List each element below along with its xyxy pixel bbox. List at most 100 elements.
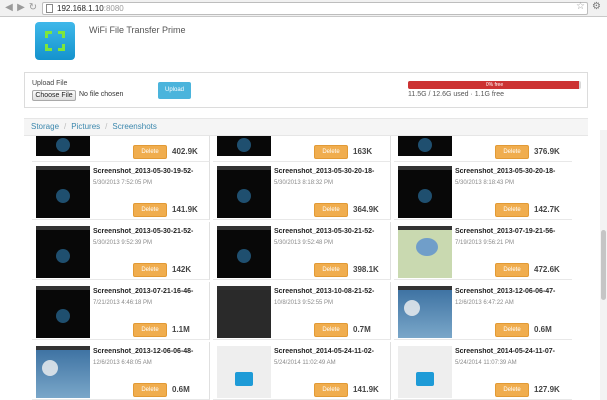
delete-button[interactable]: Delete bbox=[133, 383, 167, 397]
file-date: 7/21/2013 4:46:18 PM bbox=[93, 300, 153, 306]
back-arrow-icon[interactable]: ◀ bbox=[3, 2, 15, 14]
file-name[interactable]: Screenshot_2013-12-06-06-48- bbox=[93, 348, 209, 355]
delete-button[interactable]: Delete bbox=[133, 323, 167, 337]
screenshot-thumbnail[interactable] bbox=[398, 346, 452, 398]
breadcrumb-pictures[interactable]: Pictures bbox=[71, 122, 100, 131]
address-bar[interactable]: 192.168.1.10:8080 bbox=[42, 2, 588, 15]
delete-button[interactable]: Delete bbox=[495, 203, 529, 217]
file-card: Delete 376.9K bbox=[394, 136, 572, 162]
file-size: 1.1M bbox=[172, 325, 190, 334]
screenshot-thumbnail[interactable] bbox=[36, 136, 90, 156]
file-card: Screenshot_2013-12-06-06-48- 12/6/2013 6:… bbox=[32, 342, 210, 400]
file-date: 12/6/2013 6:48:05 AM bbox=[93, 360, 152, 366]
screenshot-thumbnail[interactable] bbox=[398, 166, 452, 218]
reload-icon[interactable]: ↻ bbox=[27, 2, 39, 14]
scrollbar-thumb[interactable] bbox=[601, 230, 606, 300]
app-header: WiFi File Transfer Prime bbox=[0, 17, 607, 67]
delete-button[interactable]: Delete bbox=[495, 145, 529, 159]
breadcrumb-storage[interactable]: Storage bbox=[31, 122, 59, 131]
file-card: Screenshot_2013-05-30-19-52- 5/30/2013 7:… bbox=[32, 162, 210, 220]
screenshot-thumbnail[interactable] bbox=[36, 166, 90, 218]
breadcrumb: Storage / Pictures / Screenshots bbox=[24, 118, 588, 136]
bookmark-star-icon[interactable]: ☆ bbox=[576, 1, 585, 12]
screenshot-thumbnail[interactable] bbox=[36, 346, 90, 398]
delete-button[interactable]: Delete bbox=[133, 263, 167, 277]
file-size: 376.9K bbox=[534, 147, 560, 156]
app-title: WiFi File Transfer Prime bbox=[89, 25, 186, 35]
delete-button[interactable]: Delete bbox=[495, 323, 529, 337]
no-file-text: No file chosen bbox=[79, 91, 124, 98]
file-card: Screenshot_2013-05-30-21-52- 5/30/2013 9:… bbox=[213, 222, 391, 280]
screenshot-thumbnail[interactable] bbox=[217, 346, 271, 398]
file-name[interactable]: Screenshot_2013-12-06-06-47- bbox=[455, 288, 571, 295]
file-size: 163K bbox=[353, 147, 373, 156]
file-card: Screenshot_2014-05-24-11-02- 5/24/2014 11… bbox=[213, 342, 391, 400]
delete-button[interactable]: Delete bbox=[133, 203, 167, 217]
screenshot-thumbnail[interactable] bbox=[36, 286, 90, 338]
file-date: 5/30/2013 8:18:32 PM bbox=[274, 180, 334, 186]
file-card: Delete 163K bbox=[213, 136, 391, 162]
file-card: Delete 402.9K bbox=[32, 136, 210, 162]
screenshot-thumbnail[interactable] bbox=[217, 226, 271, 278]
upload-button[interactable]: Upload bbox=[158, 82, 191, 99]
file-name[interactable]: Screenshot_2013-07-19-21-56- bbox=[455, 228, 571, 235]
file-name[interactable]: Screenshot_2013-05-30-19-52- bbox=[93, 168, 209, 175]
file-card: Screenshot_2013-07-21-16-46- 7/21/2013 4:… bbox=[32, 282, 210, 340]
screenshot-thumbnail[interactable] bbox=[36, 226, 90, 278]
delete-button[interactable]: Delete bbox=[133, 145, 167, 159]
file-name[interactable]: Screenshot_2013-05-30-21-52- bbox=[274, 228, 390, 235]
file-size: 142K bbox=[172, 265, 192, 274]
file-date: 5/30/2013 9:52:39 PM bbox=[93, 240, 153, 246]
file-date: 5/30/2013 9:52:48 PM bbox=[274, 240, 334, 246]
delete-button[interactable]: Delete bbox=[314, 263, 348, 277]
screenshot-thumbnail[interactable] bbox=[398, 226, 452, 278]
choose-file-button[interactable]: Choose File bbox=[32, 90, 76, 101]
file-card: Screenshot_2014-05-24-11-07- 5/24/2014 11… bbox=[394, 342, 572, 400]
file-size: 141.9K bbox=[172, 205, 198, 214]
delete-button[interactable]: Delete bbox=[314, 383, 348, 397]
wrench-icon[interactable]: ⚙ bbox=[592, 1, 601, 12]
screenshot-thumbnail[interactable] bbox=[217, 136, 271, 156]
screenshot-thumbnail[interactable] bbox=[398, 136, 452, 156]
file-size: 398.1K bbox=[353, 265, 379, 274]
upload-panel: Upload File Choose File No file chosen U… bbox=[24, 72, 588, 108]
upload-label: Upload File bbox=[32, 80, 68, 87]
delete-button[interactable]: Delete bbox=[495, 263, 529, 277]
screenshot-thumbnail[interactable] bbox=[217, 286, 271, 338]
file-size: 0.6M bbox=[534, 325, 552, 334]
file-date: 5/30/2013 7:52:05 PM bbox=[93, 180, 153, 186]
file-card: Screenshot_2013-05-30-20-18- 5/30/2013 8:… bbox=[394, 162, 572, 220]
file-size: 0.6M bbox=[172, 385, 190, 394]
delete-button[interactable]: Delete bbox=[314, 145, 348, 159]
file-date: 7/19/2013 9:56:21 PM bbox=[455, 240, 515, 246]
page-scrollbar[interactable] bbox=[600, 130, 607, 400]
delete-button[interactable]: Delete bbox=[314, 203, 348, 217]
file-name[interactable]: Screenshot_2014-05-24-11-02- bbox=[274, 348, 390, 355]
file-name[interactable]: Screenshot_2013-05-30-21-52- bbox=[93, 228, 209, 235]
file-name[interactable]: Screenshot_2013-10-08-21-52- bbox=[274, 288, 390, 295]
file-date: 10/8/2013 9:52:55 PM bbox=[274, 300, 334, 306]
screenshot-thumbnail[interactable] bbox=[398, 286, 452, 338]
breadcrumb-screenshots[interactable]: Screenshots bbox=[112, 122, 156, 131]
file-date: 5/30/2013 8:18:43 PM bbox=[455, 180, 515, 186]
storage-progress-bar: 0% free bbox=[408, 81, 581, 89]
file-card: Screenshot_2013-05-30-20-18- 5/30/2013 8:… bbox=[213, 162, 391, 220]
screenshot-thumbnail[interactable] bbox=[217, 166, 271, 218]
file-name[interactable]: Screenshot_2014-05-24-11-07- bbox=[455, 348, 571, 355]
url-port: :8080 bbox=[103, 4, 124, 13]
file-name[interactable]: Screenshot_2013-05-30-20-18- bbox=[455, 168, 571, 175]
file-size: 141.9K bbox=[353, 385, 379, 394]
file-size: 402.9K bbox=[172, 147, 198, 156]
file-name[interactable]: Screenshot_2013-07-21-16-46- bbox=[93, 288, 209, 295]
file-name[interactable]: Screenshot_2013-05-30-20-18- bbox=[274, 168, 390, 175]
browser-toolbar: ◀ ▶ ↻ 192.168.1.10:8080 ☆ ⚙ bbox=[0, 0, 607, 17]
file-card: Screenshot_2013-10-08-21-52- 10/8/2013 9:… bbox=[213, 282, 391, 340]
file-size: 142.7K bbox=[534, 205, 560, 214]
delete-button[interactable]: Delete bbox=[314, 323, 348, 337]
url-host: 192.168.1.10 bbox=[57, 4, 104, 13]
forward-arrow-icon[interactable]: ▶ bbox=[15, 2, 27, 14]
file-date: 5/24/2014 11:02:49 AM bbox=[274, 360, 336, 366]
storage-progress-text: 0% free bbox=[485, 82, 504, 88]
delete-button[interactable]: Delete bbox=[495, 383, 529, 397]
file-card: Screenshot_2013-12-06-06-47- 12/6/2013 6:… bbox=[394, 282, 572, 340]
